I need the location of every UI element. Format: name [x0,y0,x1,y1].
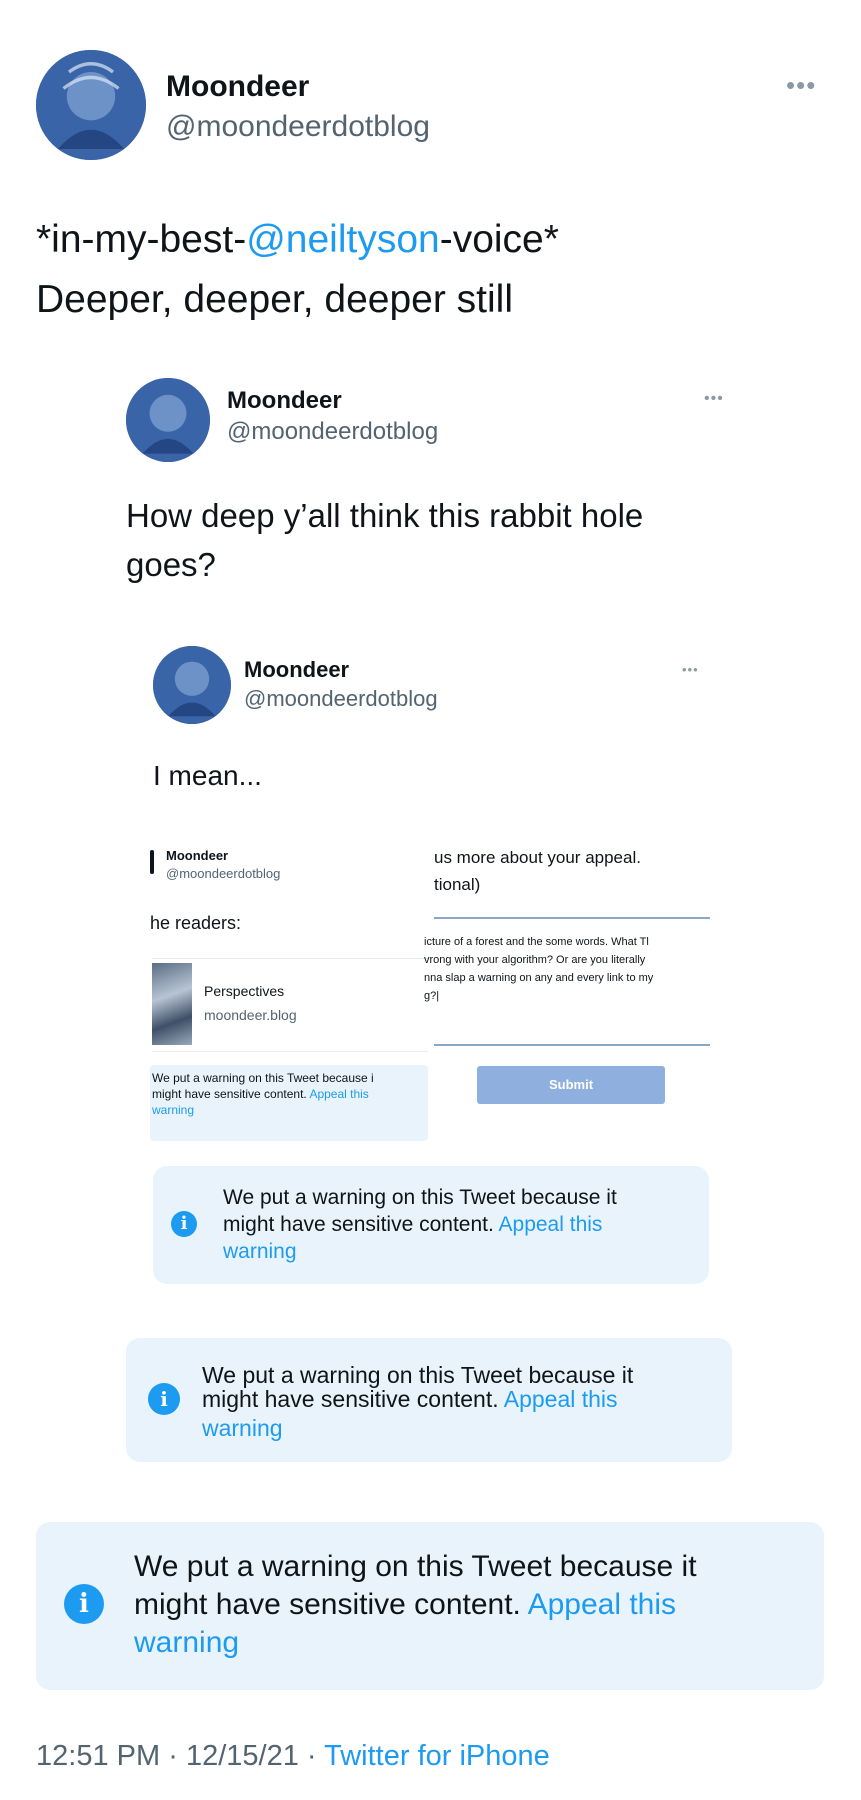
warning-line2: might have sensitive content. Appeal thi… [223,1213,602,1237]
warning-line2: might have sensitive content. Appeal thi… [202,1386,618,1413]
appeal-link[interactable]: Appeal this [504,1386,618,1412]
screenshot-avatar-edge [150,850,154,874]
info-icon: i [171,1211,197,1237]
appeal-submit-button: Submit [477,1066,665,1104]
appeal-link-cont[interactable]: warning [134,1626,239,1660]
quote1-author-name[interactable]: Moondeer [227,387,342,415]
screenshot-author-handle: @moondeerdotblog [166,866,281,881]
warning-line2-text: might have sensitive content. [223,1213,494,1236]
author-avatar[interactable] [36,50,146,160]
quote2-text: I mean... [153,760,262,791]
screenshot-warning: We put a warning on this Tweet because i… [150,1065,428,1141]
warning-box-main: i We put a warning on this Tweet because… [36,1522,824,1690]
appeal-field-bottom-line [434,1044,710,1046]
warning-line1: We put a warning on this Tweet because i… [223,1186,617,1209]
tweet-text-suffix: -voice* [439,218,559,261]
mention-link[interactable]: @neiltyson [246,218,440,261]
appeal-heading: us more about your appeal. [434,848,641,867]
appeal-link[interactable]: Appeal this [499,1213,603,1236]
quote2-more-icon[interactable]: ••• [682,662,699,677]
warning-line2: might have sensitive content. Appeal thi… [134,1588,676,1622]
separator-1: · [168,1740,178,1772]
appeal-text-line4: g?| [424,990,440,1002]
tweet-text-line1: *in-my-best-@neiltyson-voice* [36,218,559,262]
warning-line1: We put a warning on this Tweet because i… [202,1362,634,1388]
author-name[interactable]: Moondeer [166,70,309,104]
appeal-optional: tional) [434,875,481,894]
appeal-text-line1: icture of a forest and the some words. W… [424,936,649,948]
warning-box-quote1: i We put a warning on this Tweet because… [126,1338,732,1462]
appeal-link[interactable]: Appeal this [528,1588,676,1621]
author-handle[interactable]: @moondeerdotblog [166,110,430,144]
quote1-text-line1: How deep y’all think this rabbit hole [126,497,644,534]
tweet-text-line2: Deeper, deeper, deeper still [36,278,513,321]
info-icon: i [64,1584,104,1624]
client-link[interactable]: Twitter for iPhone [324,1740,550,1772]
appeal-text-line3: nna slap a warning on any and every link… [424,972,654,984]
appeal-text-line2: vrong with your algorithm? Or are you li… [424,954,646,966]
screenshot-author-name: Moondeer [166,848,229,863]
screenshot-warning-line2: might have sensitive content. Appeal thi… [152,1087,369,1101]
quote2-author-name[interactable]: Moondeer [244,657,349,683]
link-title: Perspectives [204,983,285,999]
forest-thumbnail [152,963,192,1045]
info-icon: i [148,1383,180,1415]
quote1-author-handle[interactable]: @moondeerdotblog [227,418,438,446]
appeal-field-top-line [434,917,710,919]
quote2-author-handle[interactable]: @moondeerdotblog [244,686,438,712]
quote1-text-line2: goes? [126,546,216,583]
appeal-link-cont[interactable]: warning [202,1415,283,1442]
screenshot-link-card: Perspectives moondeer.blog [152,958,428,1052]
link-domain: moondeer.blog [204,1007,297,1023]
warning-line2-text: might have sensitive content. [134,1588,521,1621]
timestamp-date[interactable]: 12/15/21 [186,1740,299,1772]
timestamp-time[interactable]: 12:51 PM [36,1740,160,1772]
warning-line2-text: might have sensitive content. [202,1386,499,1412]
appeal-link-cont[interactable]: warning [223,1240,297,1264]
screenshot-appeal-link: Appeal this [309,1087,369,1101]
screenshot-warning-line3: warning [152,1103,195,1117]
separator-2: · [306,1740,317,1772]
timestamp-row: 12:51 PM · 12/15/21 · Twitter for iPhone [36,1740,550,1773]
warning-box-quote2: i We put a warning on this Tweet because… [153,1166,709,1284]
screenshot-warning-line2-text: might have sensitive content. [152,1087,307,1101]
warning-line1: We put a warning on this Tweet because i… [134,1550,697,1583]
quote2-avatar[interactable] [153,646,231,724]
more-icon[interactable]: ••• [786,70,816,101]
appeal-textarea: icture of a forest and the some words. W… [424,933,714,1005]
quote1-avatar[interactable] [126,378,210,462]
screenshot-warning-line1: We put a warning on this Tweet because i [152,1071,374,1085]
screenshot-readers-text: he readers: [150,913,242,933]
quote1-more-icon[interactable]: ••• [704,390,724,408]
tweet-text-prefix: *in-my-best- [36,218,247,261]
